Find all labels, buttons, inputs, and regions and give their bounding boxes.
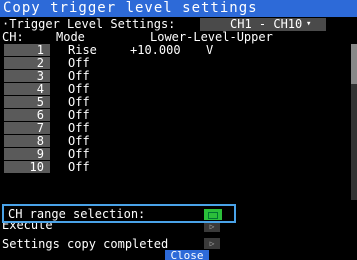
close-button[interactable]: Close (165, 250, 209, 260)
channel-number: 7 (4, 122, 50, 135)
table-row[interactable]: 9 Off (0, 148, 357, 161)
lower-level-value: +10.000 (130, 43, 181, 57)
channel-number: 8 (4, 135, 50, 148)
dialog-title: Copy trigger level settings (0, 0, 357, 17)
toggle-on-icon (208, 212, 218, 219)
channel-number: 1 (4, 44, 50, 57)
table-row[interactable]: 3 Off (0, 70, 357, 83)
table-row[interactable]: 10 Off (0, 161, 357, 174)
table-row[interactable]: 4 Off (0, 83, 357, 96)
channel-number: 10 (4, 161, 50, 174)
channel-number: 4 (4, 83, 50, 96)
level-unit: V (206, 43, 214, 57)
scrollbar-thumb[interactable] (351, 44, 357, 84)
table-row[interactable]: 2 Off (0, 57, 357, 70)
execute-button[interactable]: ▷ (204, 223, 220, 232)
settings-copy-completed-label: Settings copy completed (2, 237, 169, 251)
trigger-mode: Off (68, 160, 90, 174)
channel-number: 6 (4, 109, 50, 122)
channel-number: 2 (4, 57, 50, 70)
completed-button[interactable]: ▷ (204, 238, 220, 249)
list-scrollbar[interactable] (351, 44, 357, 200)
table-row[interactable]: 7 Off (0, 122, 357, 135)
channel-list: 1 Rise +10.000 V 2 Off 3 Off 4 Off 5 Off… (0, 44, 357, 174)
channel-number: 3 (4, 70, 50, 83)
ch-range-selection-label: CH range selection: (8, 207, 146, 221)
table-row[interactable]: 6 Off (0, 109, 357, 122)
channel-number: 9 (4, 148, 50, 161)
execute-label: Execute (2, 223, 53, 232)
table-row[interactable]: 1 Rise +10.000 V (0, 44, 357, 57)
channel-number: 5 (4, 96, 50, 109)
header-ch: CH: (2, 30, 24, 44)
table-row[interactable]: 8 Off (0, 135, 357, 148)
table-row[interactable]: 5 Off (0, 96, 357, 109)
ch-range-selection-row[interactable]: CH range selection: (2, 204, 236, 223)
chevron-down-icon: ▾ (306, 19, 312, 29)
ch-range-toggle[interactable] (204, 209, 222, 220)
